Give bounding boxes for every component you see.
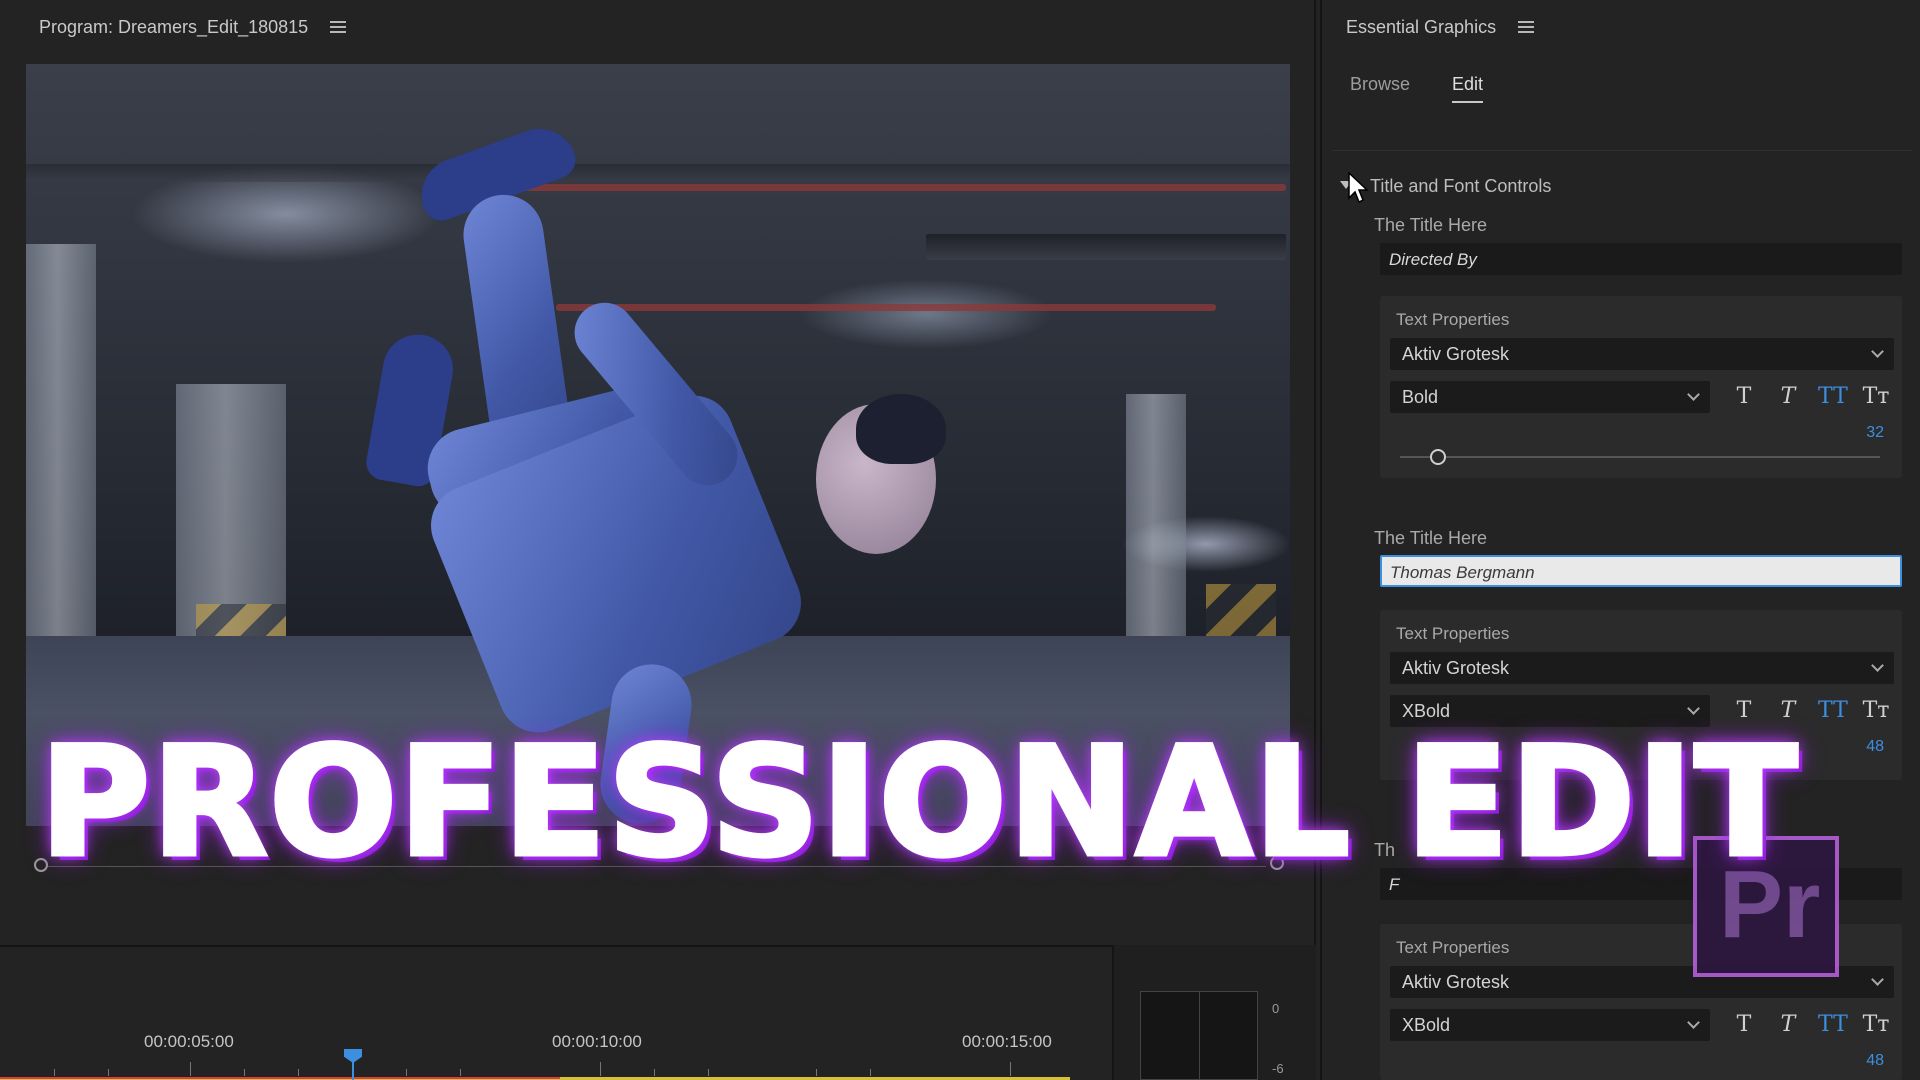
timecode-label: 00:00:10:00 bbox=[552, 1032, 642, 1051]
timecode-label: 00:00:15:00 bbox=[962, 1032, 1052, 1051]
faux-italic-button[interactable]: T bbox=[1774, 384, 1802, 409]
mouse-cursor-icon bbox=[1348, 172, 1369, 204]
chevron-down-icon bbox=[1687, 1016, 1700, 1029]
app-window: Program: Dreamers_Edit_180815 00:00:05:0… bbox=[0, 0, 1920, 1080]
chevron-down-icon bbox=[1871, 345, 1884, 358]
tab-bar: Browse Edit bbox=[1350, 74, 1484, 103]
font-family-dropdown[interactable]: Aktiv Grotesk bbox=[1390, 338, 1894, 370]
all-caps-button[interactable]: TT bbox=[1818, 1012, 1848, 1037]
audio-meter-panel: 0 -6 bbox=[1112, 945, 1316, 1080]
audio-meter bbox=[1140, 991, 1258, 1080]
font-weight-dropdown[interactable]: Bold bbox=[1390, 381, 1710, 413]
font-family-dropdown[interactable]: Aktiv Grotesk bbox=[1390, 652, 1894, 684]
small-caps-button[interactable]: Tт bbox=[1862, 698, 1890, 723]
tab-edit[interactable]: Edit bbox=[1452, 74, 1484, 103]
all-caps-button[interactable]: TT bbox=[1818, 698, 1848, 723]
chevron-down-icon bbox=[1687, 388, 1700, 401]
title-text-input[interactable]: Thomas Bergmann bbox=[1380, 555, 1902, 587]
font-weight-value: Bold bbox=[1402, 387, 1439, 407]
program-monitor-header: Program: Dreamers_Edit_180815 bbox=[0, 0, 1314, 54]
meter-label: 0 bbox=[1272, 1001, 1280, 1016]
time-ruler[interactable] bbox=[0, 1062, 1075, 1080]
tab-browse[interactable]: Browse bbox=[1350, 74, 1410, 103]
font-weight-value: XBold bbox=[1402, 1015, 1451, 1035]
font-weight-dropdown[interactable]: XBold bbox=[1390, 1009, 1710, 1041]
font-family-value: Aktiv Grotesk bbox=[1402, 658, 1510, 678]
chevron-down-icon bbox=[1871, 659, 1884, 672]
field-label: The Title Here bbox=[1374, 215, 1488, 235]
text-properties-label: Text Properties bbox=[1396, 938, 1510, 957]
timecode-label: 00:00:05:00 bbox=[144, 1032, 234, 1051]
chevron-down-icon bbox=[1871, 973, 1884, 986]
text-properties-group: Text Properties Aktiv Grotesk Bold T T T… bbox=[1380, 296, 1902, 478]
small-caps-button[interactable]: Tт bbox=[1862, 384, 1890, 409]
font-style-buttons: T T TT Tт bbox=[1730, 1012, 1890, 1037]
faux-bold-button[interactable]: T bbox=[1730, 1012, 1758, 1037]
meter-label: -6 bbox=[1272, 1061, 1284, 1076]
font-family-value: Aktiv Grotesk bbox=[1402, 344, 1510, 364]
field-label: The Title Here bbox=[1374, 528, 1488, 548]
font-size-slider[interactable] bbox=[1400, 449, 1880, 465]
all-caps-button[interactable]: TT bbox=[1818, 384, 1848, 409]
playhead-line bbox=[352, 1061, 354, 1080]
overlay-headline: PROFESSIONAL EDIT bbox=[37, 716, 1800, 890]
program-monitor-title: Program: Dreamers_Edit_180815 bbox=[39, 16, 309, 37]
title-text-input[interactable]: Directed By bbox=[1380, 243, 1902, 275]
font-style-buttons: T T TT Tт bbox=[1730, 384, 1890, 409]
essential-graphics-header: Essential Graphics bbox=[1322, 0, 1920, 54]
small-caps-button[interactable]: Tт bbox=[1862, 1012, 1890, 1037]
faux-bold-button[interactable]: T bbox=[1730, 384, 1758, 409]
text-properties-label: Text Properties bbox=[1396, 624, 1510, 643]
video-frame bbox=[26, 64, 1290, 826]
text-properties-label: Text Properties bbox=[1396, 310, 1510, 329]
slider-knob[interactable] bbox=[1430, 449, 1447, 465]
faux-italic-button[interactable]: T bbox=[1774, 1012, 1802, 1037]
timeline-panel: 00:00:05:00 00:00:10:00 00:00:15:00 bbox=[0, 945, 1112, 1080]
chevron-down-icon bbox=[1687, 702, 1700, 715]
essential-graphics-title: Essential Graphics bbox=[1346, 16, 1497, 37]
font-family-value: Aktiv Grotesk bbox=[1402, 972, 1510, 992]
font-size-value[interactable]: 48 bbox=[1866, 738, 1884, 756]
font-size-value[interactable]: 32 bbox=[1866, 424, 1884, 442]
panel-menu-icon[interactable] bbox=[330, 21, 347, 33]
panel-menu-icon[interactable] bbox=[1518, 21, 1535, 33]
font-size-value[interactable]: 48 bbox=[1866, 1052, 1884, 1070]
section-title: Title and Font Controls bbox=[1370, 176, 1552, 196]
